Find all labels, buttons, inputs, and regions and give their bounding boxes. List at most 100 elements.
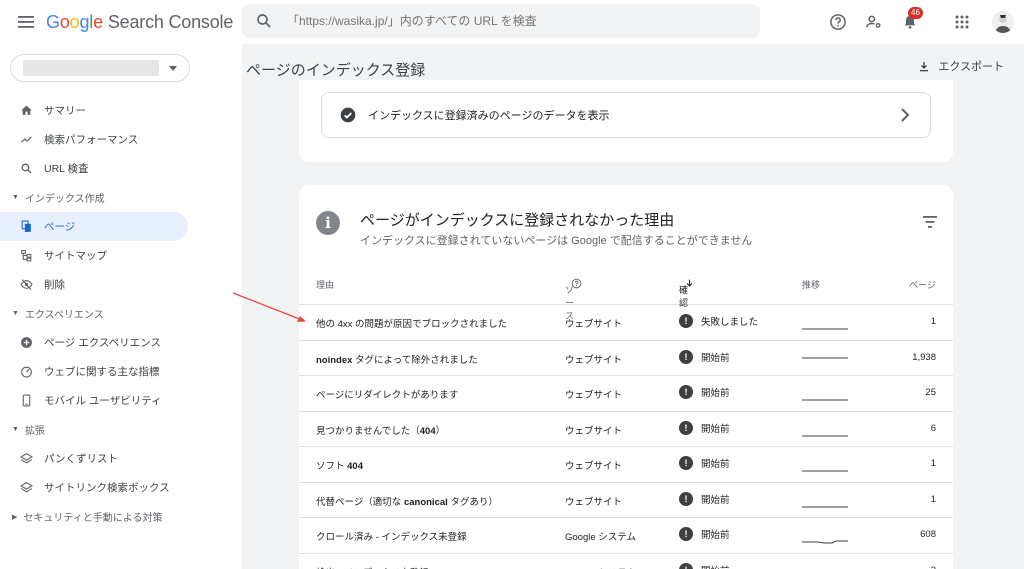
url-inspection-search[interactable] bbox=[242, 4, 760, 38]
sidebar-item-url-inspection[interactable]: URL 検査 bbox=[0, 154, 188, 183]
table-row[interactable]: 他の 4xx の問題が原因でブロックされました ウェブサイト! 失敗しました 1 bbox=[299, 305, 953, 341]
reason-text: 他の 4xx の問題が原因でブロックされました bbox=[316, 319, 508, 330]
table-row[interactable]: 見つかりませんでした（404） ウェブサイト! 開始前 6 bbox=[299, 412, 953, 447]
layers-icon bbox=[18, 451, 34, 467]
pages-count-cell: 1 bbox=[930, 493, 936, 505]
sidebar-item-summary[interactable]: サマリー bbox=[0, 96, 188, 125]
sidebar-item-removals[interactable]: 削除 bbox=[0, 270, 188, 299]
trend-sparkline bbox=[802, 447, 850, 484]
sidebar-section-indexing[interactable]: ▼ インデックス作成 bbox=[0, 183, 242, 212]
sidebar-item-mobile-usability[interactable]: モバイル ユーザビリティ bbox=[0, 386, 188, 415]
sidebar: サマリー 検索パフォーマンス URL 検査 ▼ インデックス作成 ページ サイト… bbox=[0, 44, 242, 569]
card-subtitle: インデックスに登録されていないページは Google で配信することができません bbox=[360, 235, 753, 247]
column-header-confirmation[interactable]: 確認 bbox=[679, 278, 694, 308]
sidebar-item-sitemaps[interactable]: サイトマップ bbox=[0, 241, 188, 270]
sidebar-item-label: ページ bbox=[44, 221, 76, 233]
table-row[interactable]: noindex タグによって除外されました ウェブサイト! 開始前 1,938 bbox=[299, 341, 953, 376]
pages-count-cell: 1 bbox=[930, 316, 936, 327]
filter-icon[interactable] bbox=[923, 215, 937, 233]
sidebar-section-security[interactable]: ▶ セキュリティと手動による対策 bbox=[0, 502, 242, 531]
reason-text-bold: noindex bbox=[316, 354, 353, 366]
indexed-pages-card: インデックスに登録済みのページのデータを表示 bbox=[299, 80, 953, 162]
reason-text-bold: 404 bbox=[347, 461, 363, 472]
not-indexed-reasons-card: i ページがインデックスに登録されなかった理由 インデックスに登録されていないペ… bbox=[299, 185, 953, 569]
home-icon bbox=[18, 103, 34, 119]
pages-count-cell: 608 bbox=[920, 529, 936, 540]
alert-icon: ! bbox=[679, 420, 693, 435]
sidebar-section-label: 拡張 bbox=[24, 426, 45, 437]
table-row[interactable]: ソフト 404 ウェブサイト! 開始前 1 bbox=[299, 447, 953, 483]
section-collapse-icon: ▼ bbox=[12, 194, 19, 201]
table-row[interactable]: クロール済み - インデックス未登録 Google システム! 開始前 608 bbox=[299, 518, 953, 554]
status-text: 開始前 bbox=[701, 459, 730, 470]
view-indexed-pages-label: インデックスに登録済みのページのデータを表示 bbox=[368, 110, 610, 122]
confirmation-cell: ! 開始前 bbox=[679, 385, 730, 399]
download-icon bbox=[920, 61, 929, 71]
search-input[interactable] bbox=[287, 14, 747, 28]
status-text: 開始前 bbox=[701, 530, 730, 541]
reason-text: タグによって除外されました bbox=[352, 354, 478, 366]
confirmation-cell: ! 開始前 bbox=[679, 527, 730, 541]
reason-text: タグあり） bbox=[447, 496, 498, 508]
view-indexed-pages-link[interactable]: インデックスに登録済みのページのデータを表示 bbox=[321, 92, 931, 138]
source-cell: Google システム bbox=[565, 532, 636, 543]
confirmation-cell: ! 開始前 bbox=[679, 349, 730, 364]
account-avatar[interactable] bbox=[992, 11, 1014, 33]
notifications-icon[interactable]: 46 bbox=[898, 7, 923, 34]
search-icon bbox=[257, 14, 271, 28]
product-name: Search Console bbox=[107, 11, 234, 32]
source-cell: Google システム bbox=[565, 565, 636, 569]
sidebar-item-pages[interactable]: ページ bbox=[0, 212, 188, 241]
sidebar-item-breadcrumbs[interactable]: パンくずリスト bbox=[0, 444, 188, 473]
column-header-trend[interactable]: 推移 bbox=[802, 278, 820, 291]
alert-icon: ! bbox=[679, 456, 693, 470]
sidebar-item-page-experience[interactable]: ページ エクスペリエンス bbox=[0, 328, 188, 357]
reason-cell: noindex タグによって除外されました bbox=[316, 352, 478, 366]
property-selector[interactable] bbox=[10, 54, 190, 82]
sidebar-section-experience[interactable]: ▼ エクスペリエンス bbox=[0, 299, 242, 328]
apps-grid-icon[interactable] bbox=[950, 10, 974, 34]
reason-text: クロール済み - インデックス未登録 bbox=[316, 532, 467, 543]
table-row[interactable]: 代替ページ（適切な canonical タグあり） ウェブサイト! 開始前 1 bbox=[299, 483, 953, 520]
status-text: 失敗しました bbox=[701, 317, 759, 328]
help-icon[interactable] bbox=[826, 10, 850, 34]
column-header-pages[interactable]: ページ bbox=[909, 278, 936, 291]
alert-icon: ! bbox=[679, 314, 693, 328]
column-header-source[interactable]: ソース bbox=[565, 278, 582, 321]
column-header-reason[interactable]: 理由 bbox=[316, 278, 334, 291]
table-row[interactable]: 検出 - インデックス未登録 Google システム! 開始前 3 bbox=[299, 554, 953, 569]
status-text: 開始前 bbox=[701, 423, 730, 435]
reason-cell: クロール済み - インデックス未登録 bbox=[316, 529, 467, 543]
source-cell: ウェブサイト bbox=[565, 425, 623, 437]
sidebar-section-enhancements[interactable]: ▼ 拡張 bbox=[0, 415, 242, 444]
section-collapse-icon: ▼ bbox=[12, 310, 19, 317]
hamburger-menu-icon[interactable] bbox=[14, 10, 38, 34]
sidebar-item-sitelinks-searchbox[interactable]: サイトリンク検索ボックス bbox=[0, 473, 188, 502]
sidebar-item-performance[interactable]: 検索パフォーマンス bbox=[0, 125, 188, 154]
reason-cell: 検出 - インデックス未登録 bbox=[316, 565, 429, 569]
pages-count-cell: 1,938 bbox=[912, 351, 936, 363]
sidebar-item-core-web-vitals[interactable]: ウェブに関する主な指標 bbox=[0, 357, 188, 386]
confirmation-cell: ! 開始前 bbox=[679, 491, 730, 506]
property-name-redacted bbox=[23, 60, 159, 76]
alert-icon: ! bbox=[679, 527, 693, 541]
export-button[interactable]: エクスポート bbox=[918, 58, 1004, 74]
source-cell: ウェブサイト bbox=[565, 461, 623, 472]
search-console-logo[interactable]: Google Search Console bbox=[46, 12, 233, 33]
sidebar-item-label: 検索パフォーマンス bbox=[44, 134, 139, 146]
pages-count-cell: 6 bbox=[930, 422, 936, 434]
sidebar-item-label: サイトマップ bbox=[44, 250, 107, 262]
reason-text: ソフト bbox=[316, 461, 348, 472]
trend-sparkline bbox=[802, 483, 850, 520]
annotation-arrow bbox=[232, 292, 306, 322]
table-row[interactable]: ページにリダイレクトがあります ウェブサイト! 開始前 25 bbox=[299, 376, 953, 412]
sidebar-item-label: パンくずリスト bbox=[44, 453, 119, 465]
user-settings-icon[interactable] bbox=[862, 10, 886, 34]
status-text: 開始前 bbox=[701, 563, 730, 569]
alert-icon: ! bbox=[679, 385, 693, 399]
check-circle-icon bbox=[340, 107, 356, 123]
section-collapse-icon: ▼ bbox=[12, 426, 19, 433]
confirmation-cell: ! 失敗しました bbox=[679, 314, 758, 328]
reason-text-bold: 404 bbox=[419, 425, 436, 437]
sidebar-section-label: エクスペリエンス bbox=[24, 310, 104, 321]
